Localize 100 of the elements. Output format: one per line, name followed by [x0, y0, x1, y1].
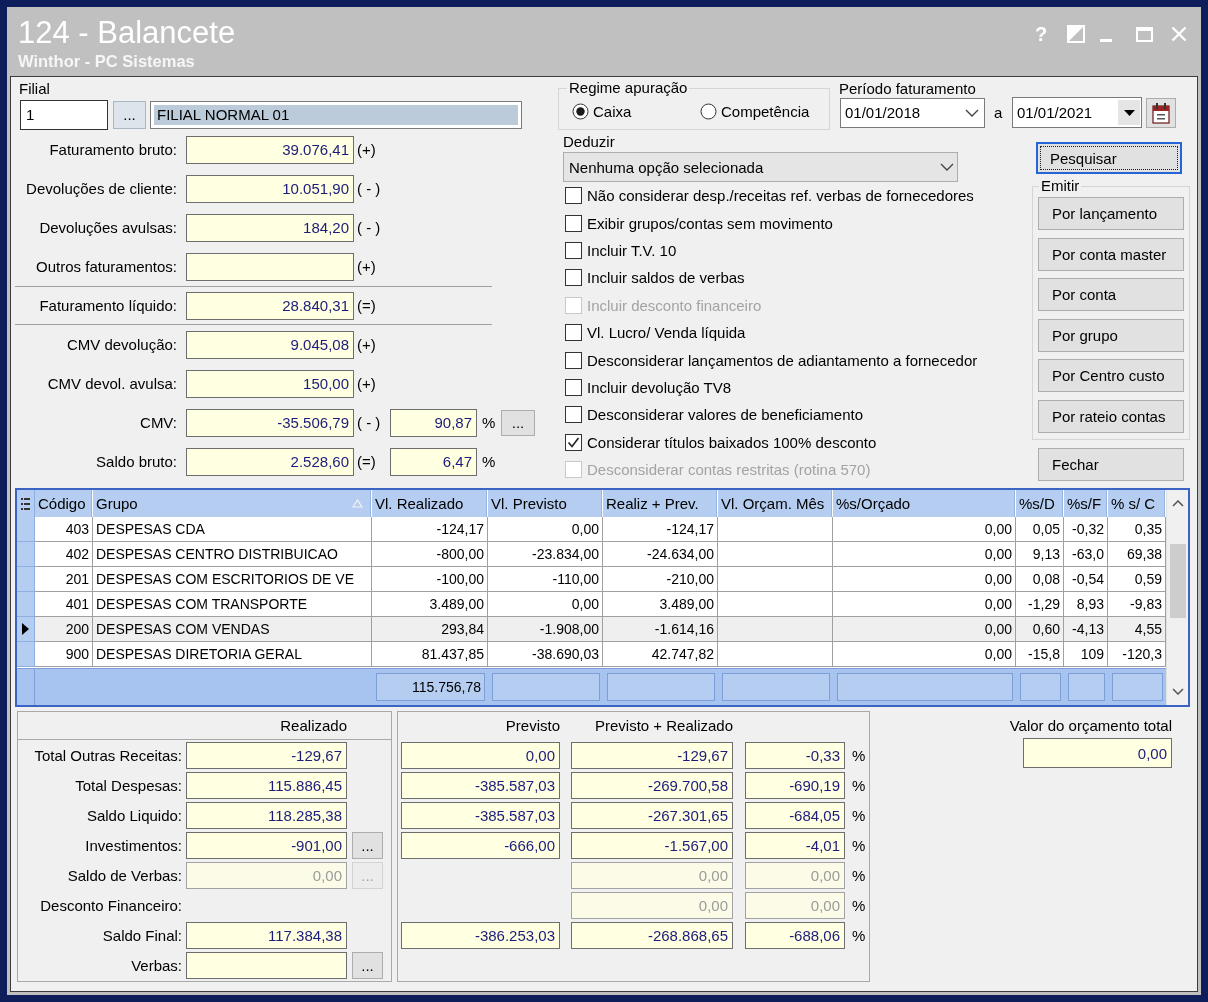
dropdown[interactable]: Nenhuma opção selecionada: [563, 152, 958, 182]
column-label: Realizado: [279, 717, 347, 734]
report-button[interactable]: Por Centro custo: [1038, 359, 1184, 393]
number-field[interactable]: 115.886,45: [186, 771, 347, 799]
number-field[interactable]: -688,06: [745, 921, 845, 949]
sign-label: (+): [357, 375, 377, 392]
number-field[interactable]: 0,00: [401, 741, 560, 769]
radio-option[interactable]: Caixa: [572, 103, 700, 120]
number-field[interactable]: [186, 951, 347, 979]
number-field[interactable]: -690,19: [745, 771, 845, 799]
number-field[interactable]: -268.868,65: [571, 921, 733, 949]
calendar-button[interactable]: [1146, 97, 1176, 128]
lookup-button[interactable]: ...: [113, 100, 146, 129]
sign-label: (=): [357, 453, 377, 470]
number-field[interactable]: -385.587,03: [401, 801, 560, 829]
checkbox-option[interactable]: Exibir grupos/contas sem movimento: [563, 209, 833, 237]
number-field[interactable]: 39.076,41: [186, 135, 354, 164]
lookup-button[interactable]: ...: [501, 409, 535, 436]
number-field[interactable]: -35.506,79: [186, 408, 354, 437]
unit-label: %: [852, 896, 866, 914]
checkbox-option[interactable]: Considerar títulos baixados 100% desconto: [563, 428, 877, 456]
lookup-button[interactable]: ...: [352, 951, 383, 979]
table-row[interactable]: 402 DESPESAS CENTRO DISTRIBUICAO -800,00 -23.834,00 -24.634,00 0,00 9,13 -63,0 69,38: [17, 542, 1166, 567]
date-field[interactable]: 01/01/2021: [1012, 97, 1142, 128]
report-button[interactable]: Por grupo: [1038, 318, 1184, 352]
number-field[interactable]: -901,00: [186, 831, 347, 859]
field-label: Saldo bruto:: [95, 453, 177, 470]
number-field[interactable]: 117.384,38: [186, 921, 347, 949]
number-field[interactable]: 184,20: [186, 213, 354, 242]
chevron-down-icon[interactable]: [1171, 688, 1184, 695]
field-label: Saldo Final:: [101, 926, 182, 944]
table-row[interactable]: 900 DESPESAS DIRETORIA GERAL 81.437,85 -38.690,03 42.747,82 0,00 -15,8 109 -120,3: [17, 642, 1166, 667]
group-label: Emitir: [1040, 178, 1081, 194]
checkbox-option[interactable]: Incluir devolução TV8: [563, 373, 731, 402]
table-row[interactable]: 200 DESPESAS COM VENDAS 293,84 -1.908,00 -1.614,16 0,00 0,60 -4,13 4,55: [17, 617, 1166, 642]
number-field[interactable]: -666,00: [401, 831, 560, 859]
table-cell: DESPESAS DIRETORIA GERAL: [93, 642, 372, 667]
number-field[interactable]: -0,33: [745, 741, 845, 769]
percent-field[interactable]: 90,87: [390, 408, 477, 437]
unit-label: %: [852, 926, 866, 944]
checkbox-option[interactable]: Vl. Lucro/ Venda líquida: [563, 318, 746, 347]
report-button[interactable]: Por conta master: [1038, 237, 1184, 271]
sign-label: ( - ): [357, 414, 382, 431]
number-field[interactable]: 28.840,31: [186, 291, 354, 320]
scroll-thumb[interactable]: [1169, 544, 1186, 618]
number-field[interactable]: -684,05: [745, 801, 845, 829]
number-field[interactable]: 150,00: [186, 369, 354, 398]
number-field[interactable]: -267.301,65: [571, 801, 733, 829]
number-field[interactable]: -269.700,58: [571, 771, 733, 799]
date-dropdown[interactable]: 01/01/2018: [840, 97, 985, 128]
field-label: Investimentos:: [84, 836, 182, 854]
code-field[interactable]: 1: [20, 99, 108, 130]
lookup-button[interactable]: ...: [352, 831, 383, 859]
close-icon[interactable]: [1171, 26, 1187, 42]
checkbox-option[interactable]: Desconsiderar lançamentos de adiantamento a fornecedor: [563, 346, 978, 374]
number-field[interactable]: 10.051,90: [186, 174, 354, 203]
split-square-icon[interactable]: [1067, 25, 1085, 43]
chevron-up-icon[interactable]: [1171, 500, 1184, 507]
field-label: CMV devol. avulsa:: [46, 375, 177, 392]
sign-label: (=): [357, 297, 377, 314]
maximize-icon[interactable]: [1136, 26, 1153, 42]
table-cell: 900: [35, 642, 93, 667]
number-field[interactable]: [186, 252, 354, 281]
field-label: Faturamento bruto:: [48, 141, 177, 158]
number-field[interactable]: -386.253,03: [401, 921, 560, 949]
field-label: Verbas:: [130, 956, 182, 974]
number-field[interactable]: 118.285,38: [186, 801, 347, 829]
name-field[interactable]: FILIAL NORMAL 01: [150, 100, 522, 129]
field-label: Valor do orçamento total: [1009, 717, 1172, 734]
row-selector[interactable]: [17, 617, 35, 642]
report-button[interactable]: Por lançamento: [1038, 197, 1184, 230]
number-field[interactable]: -129,67: [186, 741, 347, 769]
dropdown-button[interactable]: [1118, 100, 1140, 125]
sign-label: (+): [357, 141, 377, 158]
percent-field[interactable]: 6,47: [390, 447, 477, 476]
table-row[interactable]: 403 DESPESAS CDA -124,17 0,00 -124,17 0,00 0,05 -0,32 0,35: [17, 517, 1166, 542]
checkbox-option[interactable]: Incluir saldos de verbas: [563, 264, 745, 292]
field-label: Total Despesas:: [74, 776, 182, 794]
number-field[interactable]: -129,67: [571, 741, 733, 769]
number-field[interactable]: -385.587,03: [401, 771, 560, 799]
group-label: Regime apuração: [568, 80, 689, 96]
range-label: a: [994, 104, 1003, 121]
table-cell: 0,00: [833, 642, 1016, 667]
number-field[interactable]: 9.045,08: [186, 330, 354, 359]
number-field[interactable]: -4,01: [745, 831, 845, 859]
number-field[interactable]: -1.567,00: [571, 831, 733, 859]
report-button[interactable]: Por rateio contas: [1038, 399, 1184, 433]
minimize-icon[interactable]: [1100, 38, 1112, 42]
search-button[interactable]: Pesquisar: [1036, 142, 1182, 174]
checkbox-option[interactable]: Incluir T.V. 10: [563, 236, 677, 265]
table-row[interactable]: 401 DESPESAS COM TRANSPORTE 3.489,00 0,00 3.489,00 0,00 -1,29 8,93 -9,83: [17, 592, 1166, 617]
number-field[interactable]: 0,00: [1023, 738, 1172, 768]
radio-option[interactable]: Competência: [700, 103, 828, 120]
checkbox-option[interactable]: Desconsiderar valores de beneficiamento: [563, 401, 863, 429]
close-button[interactable]: Fechar: [1038, 448, 1184, 481]
table-row[interactable]: 201 DESPESAS COM ESCRITORIOS DE VE -100,00 -110,00 -210,00 0,00 0,08 -0,54 0,59: [17, 567, 1166, 592]
list-icon[interactable]: [21, 497, 30, 510]
number-field[interactable]: 2.528,60: [186, 447, 354, 476]
checkbox-option[interactable]: Não considerar desp./receitas ref. verbas de fornecedores: [563, 182, 974, 210]
report-button[interactable]: Por conta: [1038, 278, 1184, 312]
